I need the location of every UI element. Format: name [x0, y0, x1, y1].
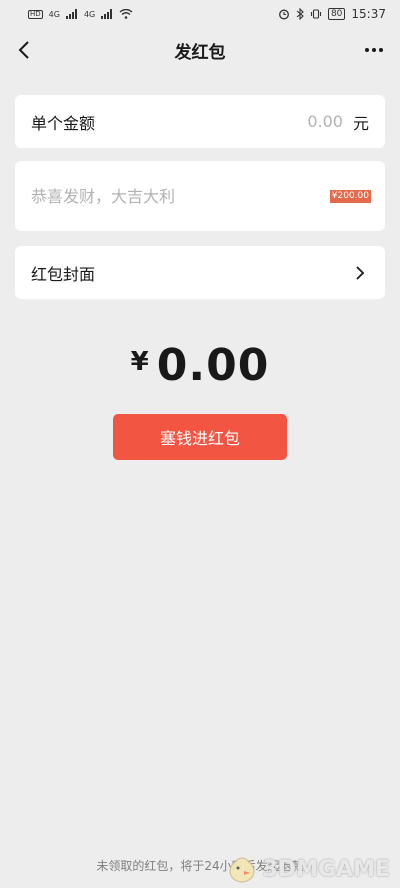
emoji-chip[interactable]: ¥200.00 [329, 190, 371, 203]
amount-label: 单个金额 [31, 113, 96, 133]
signal-indicator-1: 4G [48, 9, 60, 19]
back-button[interactable] [10, 36, 38, 64]
more-button[interactable] [360, 36, 388, 64]
total-value: 0.00 [156, 340, 270, 391]
total-amount: ¥0.00 [0, 340, 400, 391]
cover-label: 红包封面 [31, 264, 96, 284]
greeting-card: ¥200.00 [15, 161, 385, 231]
chevron-left-icon [18, 41, 29, 59]
cover-card[interactable]: 红包封面 [15, 246, 385, 299]
greeting-input[interactable] [31, 186, 369, 206]
chevron-right-icon [351, 264, 369, 282]
alarm-icon [279, 9, 289, 20]
more-dot-icon [379, 48, 383, 52]
amount-unit: 元 [352, 113, 369, 133]
battery-indicator: 80 [327, 8, 346, 20]
amount-card[interactable]: 单个金额 0.00 元 [15, 95, 385, 148]
wifi-icon [119, 9, 133, 19]
currency-symbol: ¥ [130, 347, 149, 377]
bluetooth-icon [296, 8, 304, 20]
status-bar-right: 80 15:37 [278, 7, 386, 21]
status-bar-left: HD 4G 4G [28, 9, 133, 19]
hd-indicator-1: HD [28, 9, 43, 19]
watermark-bird-icon [229, 857, 255, 883]
watermark: 3DMGAME [225, 852, 390, 886]
send-red-packet-button[interactable]: 塞钱进红包 [113, 414, 287, 460]
amount-input[interactable]: 0.00 [307, 112, 343, 131]
watermark-text: 3DMGAME [262, 856, 390, 882]
signal-bars-icon-2 [101, 9, 113, 19]
status-time: 15:37 [351, 7, 386, 21]
page-title: 发红包 [174, 42, 226, 63]
signal-indicator-2: 4G [83, 9, 96, 19]
signal-bars-icon [65, 9, 77, 19]
more-dot-icon [372, 48, 376, 52]
vibrate-icon [310, 9, 322, 19]
nav-bar: 发红包 [0, 28, 400, 72]
status-bar: HD 4G 4G 80 15:37 [0, 0, 400, 28]
more-dot-icon [365, 48, 369, 52]
